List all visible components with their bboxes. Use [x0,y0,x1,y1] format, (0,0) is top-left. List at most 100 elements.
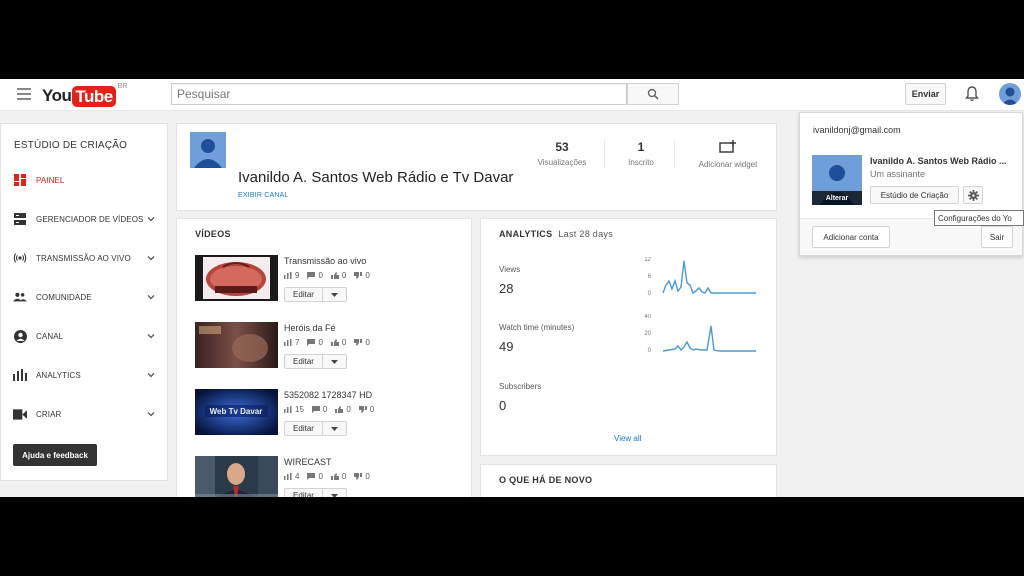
video-views: 7 [295,338,300,347]
video-stats: 4 0 0 0 [284,472,378,481]
chevron-down-icon [147,256,155,261]
analytics-period: Last 28 days [558,229,614,239]
search-box [171,83,627,105]
video-views: 9 [295,271,300,280]
sidebar-title: ESTÚDIO DE CRIAÇÃO [14,140,128,151]
whats-new-card: O QUE HÁ DE NOVO [480,464,777,497]
channel-icon [13,329,27,343]
video-thumbnail[interactable] [195,456,278,497]
sign-out-button[interactable]: Sair [981,226,1013,248]
search-input[interactable] [172,84,626,104]
youtube-studio-window: You Tube BR Enviar ESTÚDIO DE CRIAÇÃO PA… [0,79,1024,497]
chevron-down-icon [147,295,155,300]
caret-down-icon [331,426,338,431]
subscribers-metric-value: 0 [499,398,507,413]
thumbs-down-icon [354,339,363,346]
svg-text:Web Tv Davar: Web Tv Davar [210,407,263,416]
add-widget-caption: Adicionar widget [698,160,758,169]
video-title[interactable]: Heróis da Fé [284,323,336,333]
change-avatar-button[interactable]: Alterar [812,191,862,205]
views-caption: Visualizações [537,158,587,167]
views-bar-icon [284,339,292,346]
edit-dropdown-button[interactable] [323,488,347,497]
edit-button[interactable]: Editar [284,421,323,436]
video-stats: 15 0 0 0 [284,405,382,414]
views-stat: 53 Visualizações [532,140,592,167]
video-stats: 7 0 0 0 [284,338,378,347]
video-title[interactable]: Transmissão ao vivo [284,256,366,266]
videos-card: VÍDEOS Transmissão ao vivo 9 0 0 0 Edita… [176,218,472,497]
channel-avatar[interactable] [190,132,226,168]
notifications-bell-icon[interactable] [964,85,980,103]
sidebar-item-analytics[interactable]: ANALYTICS [1,365,167,385]
comment-icon [311,406,320,413]
video-likes: 0 [341,472,347,481]
settings-button[interactable] [963,186,983,204]
add-widget-button[interactable]: Adicionar widget [690,140,766,169]
youtube-logo[interactable]: You Tube BR [42,83,128,107]
help-feedback-button[interactable]: Ajuda e feedback [13,444,97,466]
video-thumbnail[interactable] [195,322,278,368]
live-broadcast-icon [13,251,27,265]
account-menu-avatar[interactable]: Alterar [812,155,862,205]
sidebar-item-live[interactable]: TRANSMISSÃO AO VIVO [1,248,167,268]
creator-studio-button[interactable]: Estúdio de Criação [870,186,959,204]
video-views: 4 [295,472,300,481]
chevron-down-icon [147,217,155,222]
watch-tick-top: 40 [644,314,651,320]
comment-icon [307,272,316,279]
search-icon [647,88,659,100]
edit-dropdown-button[interactable] [323,287,347,302]
analytics-card: ANALYTICS Last 28 days Views 28 12 6 0 Wa… [480,218,777,456]
thumbs-up-icon [330,339,339,346]
caret-down-icon [331,493,338,497]
thumbs-up-icon [330,473,339,480]
edit-button[interactable]: Editar [284,287,323,302]
edit-button[interactable]: Editar [284,354,323,369]
edit-dropdown-button[interactable] [323,421,347,436]
video-thumbnail[interactable]: Web Tv Davar [195,389,278,435]
video-thumbnail[interactable] [195,255,278,301]
sidebar-item-label: ANALYTICS [36,370,81,380]
video-item: Transmissão ao vivo 9 0 0 0 Editar [195,255,465,305]
views-metric-value: 28 [499,281,514,296]
sidebar-item-community[interactable]: COMUNIDADE [1,287,167,307]
video-likes: 0 [341,338,347,347]
view-all-link[interactable]: View all [614,434,641,443]
add-widget-icon [719,140,736,153]
edit-dropdown-button[interactable] [323,354,347,369]
sidebar-item-channel[interactable]: CANAL [1,326,167,346]
view-channel-link[interactable]: EXIBIR CANAL [238,192,289,199]
sidebar-item-painel[interactable]: PAINEL [1,170,167,190]
chevron-down-icon [147,412,155,417]
community-icon [13,290,27,304]
edit-button[interactable]: Editar [284,488,323,497]
thumbs-down-icon [354,272,363,279]
search-button[interactable] [627,83,679,105]
upload-button[interactable]: Enviar [905,83,946,105]
studio-sidebar: ESTÚDIO DE CRIAÇÃO PAINEL GERENCIADOR DE… [0,123,168,481]
views-sparkline[interactable]: 12 6 0 [631,257,761,299]
video-item: Web Tv Davar 5352082 1728347 HD 15 0 0 0… [195,389,465,439]
video-title[interactable]: 5352082 1728347 HD [284,390,372,400]
account-avatar-button[interactable] [999,83,1021,105]
channel-card: Ivanildo A. Santos Web Rádio e Tv Davar … [176,123,777,211]
account-subscribers: Um assinante [870,169,926,179]
masthead: You Tube BR Enviar [0,79,1024,111]
video-dislikes: 0 [365,271,370,280]
sidebar-item-create[interactable]: CRIAR [1,404,167,424]
camera-icon [13,407,27,421]
watch-time-sparkline[interactable]: 40 20 0 [631,314,761,356]
sidebar-item-video-manager[interactable]: GERENCIADOR DE VÍDEOS [1,209,167,229]
thumbs-down-icon [358,406,367,413]
video-title[interactable]: WIRECAST [284,457,332,467]
logo-country-code: BR [117,83,128,90]
edit-button-group: Editar [284,354,347,369]
video-dislikes: 0 [365,338,370,347]
thumbs-up-icon [330,272,339,279]
add-account-button[interactable]: Adicionar conta [812,226,890,248]
views-line [662,260,756,295]
edit-button-group: Editar [284,287,347,302]
caret-down-icon [331,359,338,364]
menu-icon[interactable] [17,88,31,100]
